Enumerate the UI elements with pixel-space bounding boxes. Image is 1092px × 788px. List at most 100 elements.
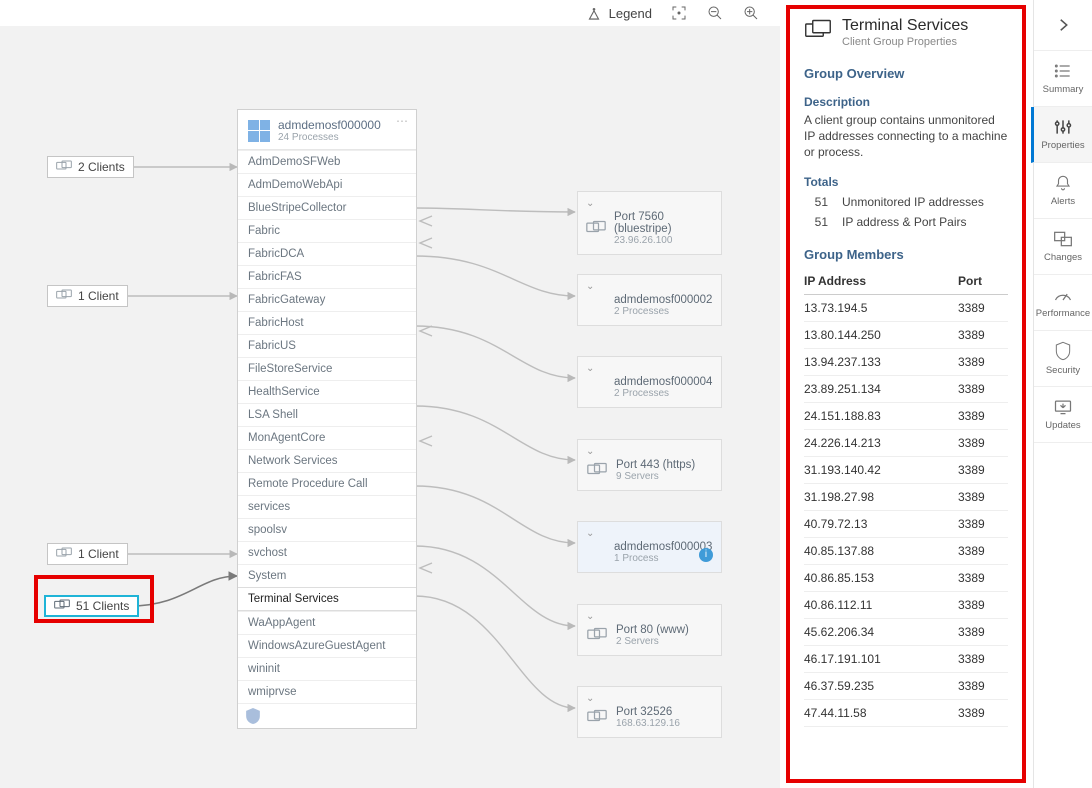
- process-row[interactable]: AdmDemoSFWeb: [238, 150, 416, 173]
- tab-summary[interactable]: Summary: [1034, 51, 1092, 107]
- process-row[interactable]: WaAppAgent: [238, 611, 416, 634]
- servers-icon: [586, 218, 606, 240]
- client-pill-1b[interactable]: 1 Client: [47, 543, 128, 565]
- port-node[interactable]: ⌄Port 443 (https)9 Servers: [577, 439, 722, 491]
- cell-ip: 40.86.112.11: [804, 591, 958, 618]
- tab-performance[interactable]: Performance: [1034, 275, 1092, 331]
- legend-button[interactable]: Legend: [585, 4, 652, 22]
- machine-node-small[interactable]: ⌄admdemosf0000022 Processes: [577, 274, 722, 326]
- expand-arrow[interactable]: [1034, 0, 1092, 51]
- process-row[interactable]: svchost: [238, 541, 416, 564]
- table-row[interactable]: 40.86.85.1533389: [804, 564, 1008, 591]
- info-icon[interactable]: i: [699, 548, 713, 562]
- process-row[interactable]: BlueStripeCollector: [238, 196, 416, 219]
- tab-properties[interactable]: Properties: [1031, 107, 1092, 163]
- process-row[interactable]: Terminal Services: [238, 587, 416, 611]
- windows-icon: [248, 120, 270, 142]
- cell-port: 3389: [958, 483, 1008, 510]
- fit-button[interactable]: [670, 4, 688, 22]
- chevron-down-icon[interactable]: ⌄: [586, 528, 713, 539]
- table-row[interactable]: 24.226.14.2133389: [804, 429, 1008, 456]
- client-pill-2[interactable]: 2 Clients: [47, 156, 134, 178]
- dependency-map[interactable]: 2 Clients 1 Client 1 Client 51 Clients a…: [0, 26, 780, 788]
- chevron-down-icon[interactable]: ⌄: [586, 198, 713, 209]
- target-name: Port 32526: [616, 706, 680, 718]
- process-row[interactable]: FabricHost: [238, 311, 416, 334]
- chevron-down-icon[interactable]: ⌄: [586, 281, 713, 292]
- process-row[interactable]: AdmDemoWebApi: [238, 173, 416, 196]
- cell-ip: 40.86.85.153: [804, 564, 958, 591]
- tab-updates[interactable]: Updates: [1034, 387, 1092, 443]
- table-row[interactable]: 13.80.144.2503389: [804, 321, 1008, 348]
- zoom-out-button[interactable]: [706, 4, 724, 22]
- chevron-down-icon[interactable]: ⌄: [586, 611, 713, 622]
- cell-port: 3389: [958, 699, 1008, 726]
- table-row[interactable]: 45.62.206.343389: [804, 618, 1008, 645]
- cell-ip: 31.193.140.42: [804, 456, 958, 483]
- client-pill-51[interactable]: 51 Clients: [44, 595, 139, 617]
- process-row[interactable]: services: [238, 495, 416, 518]
- table-row[interactable]: 40.79.72.133389: [804, 510, 1008, 537]
- table-row[interactable]: 40.85.137.883389: [804, 537, 1008, 564]
- chevron-down-icon[interactable]: ⌄: [586, 446, 713, 457]
- description-text: A client group contains unmonitored IP a…: [804, 112, 1008, 161]
- client-pill-1a[interactable]: 1 Client: [47, 285, 128, 307]
- process-row[interactable]: WindowsAzureGuestAgent: [238, 634, 416, 657]
- process-row[interactable]: System: [238, 564, 416, 587]
- port-node[interactable]: ⌄Port 80 (www)2 Servers: [577, 604, 722, 656]
- cell-port: 3389: [958, 294, 1008, 321]
- port-node[interactable]: ⌄Port 7560 (bluestripe)23.96.26.100: [577, 191, 722, 255]
- process-row[interactable]: FabricGateway: [238, 288, 416, 311]
- table-row[interactable]: 24.151.188.833389: [804, 402, 1008, 429]
- windows-icon: [586, 296, 606, 316]
- process-row[interactable]: spoolsv: [238, 518, 416, 541]
- process-row[interactable]: FileStoreService: [238, 357, 416, 380]
- zoom-in-button[interactable]: [742, 4, 760, 22]
- tab-security[interactable]: Security: [1034, 331, 1092, 387]
- process-row[interactable]: LSA Shell: [238, 403, 416, 426]
- total-number: 51: [804, 215, 828, 229]
- process-row[interactable]: wininit: [238, 657, 416, 680]
- process-row[interactable]: FabricFAS: [238, 265, 416, 288]
- legend-label: Legend: [609, 6, 652, 21]
- table-row[interactable]: 46.17.191.1013389: [804, 645, 1008, 672]
- table-row[interactable]: 47.44.11.583389: [804, 699, 1008, 726]
- process-row[interactable]: Network Services: [238, 449, 416, 472]
- cell-ip: 13.80.144.250: [804, 321, 958, 348]
- panel-title: Terminal Services: [842, 17, 968, 35]
- machine-node-small[interactable]: ⌄admdemosf0000031 Processi: [577, 521, 722, 573]
- chevron-down-icon[interactable]: ⌄: [586, 363, 713, 374]
- more-icon[interactable]: ⋯: [396, 114, 410, 128]
- tab-label: Updates: [1045, 420, 1080, 431]
- cell-ip: 31.198.27.98: [804, 483, 958, 510]
- client-pill-label: 1 Client: [78, 547, 119, 561]
- clients-icon: [56, 289, 72, 303]
- tab-changes[interactable]: Changes: [1034, 219, 1092, 275]
- table-row[interactable]: 13.73.194.53389: [804, 294, 1008, 321]
- machine-node[interactable]: admdemosf000000 24 Processes ⋯ AdmDemoSF…: [237, 109, 417, 729]
- table-row[interactable]: 31.193.140.423389: [804, 456, 1008, 483]
- table-row[interactable]: 23.89.251.1343389: [804, 375, 1008, 402]
- client-pill-label: 2 Clients: [78, 160, 125, 174]
- table-row[interactable]: 46.37.59.2353389: [804, 672, 1008, 699]
- process-row[interactable]: wmiprvse: [238, 680, 416, 703]
- cell-port: 3389: [958, 672, 1008, 699]
- table-row[interactable]: 40.86.112.113389: [804, 591, 1008, 618]
- process-list: AdmDemoSFWebAdmDemoWebApiBlueStripeColle…: [238, 149, 416, 703]
- process-row[interactable]: Remote Procedure Call: [238, 472, 416, 495]
- table-row[interactable]: 13.94.237.1333389: [804, 348, 1008, 375]
- process-row[interactable]: HealthService: [238, 380, 416, 403]
- process-row[interactable]: MonAgentCore: [238, 426, 416, 449]
- tab-alerts[interactable]: Alerts: [1034, 163, 1092, 219]
- process-row[interactable]: FabricUS: [238, 334, 416, 357]
- process-row[interactable]: Fabric: [238, 219, 416, 242]
- port-node[interactable]: ⌄Port 32526168.63.129.16: [577, 686, 722, 738]
- machine-node-small[interactable]: ⌄admdemosf0000042 Processes: [577, 356, 722, 408]
- chevron-down-icon[interactable]: ⌄: [586, 693, 713, 704]
- table-row[interactable]: 31.198.27.983389: [804, 483, 1008, 510]
- machine-node-header[interactable]: admdemosf000000 24 Processes ⋯: [238, 110, 416, 149]
- process-row[interactable]: FabricDCA: [238, 242, 416, 265]
- machine-sub: 24 Processes: [278, 132, 381, 143]
- target-name: Port 7560 (bluestripe): [614, 211, 713, 235]
- target-name: admdemosf000004: [614, 376, 712, 388]
